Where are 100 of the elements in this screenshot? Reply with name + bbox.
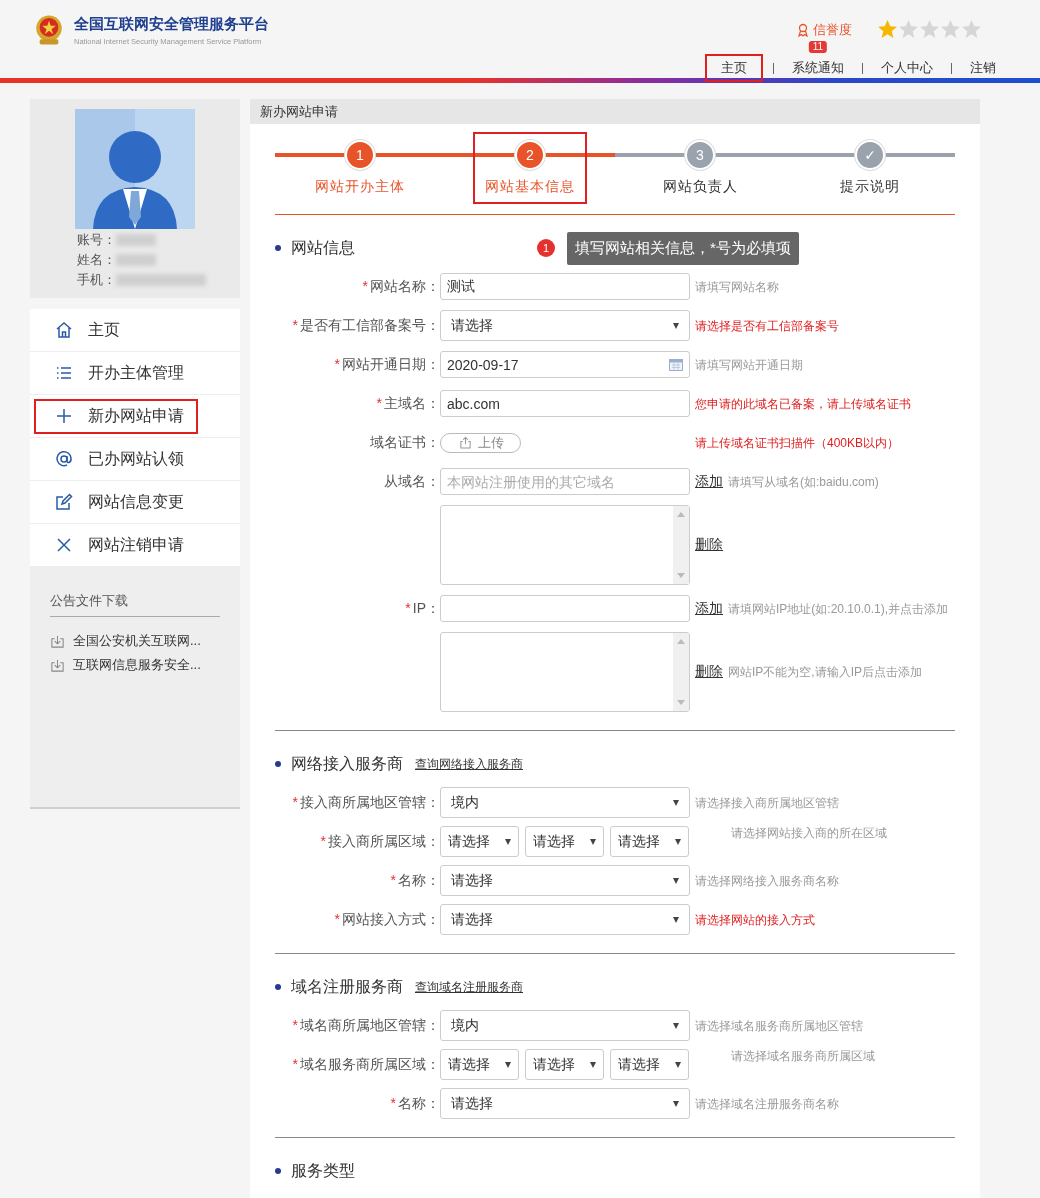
step-number: 1	[345, 140, 375, 170]
star-icon	[898, 19, 919, 40]
field-hint: 请选择域名服务商所属地区管辖	[695, 1017, 863, 1034]
star-icon	[919, 19, 940, 40]
profile-label: 账号：	[77, 231, 116, 249]
upload-icon	[459, 436, 472, 449]
delete-link[interactable]: 删除	[695, 536, 723, 554]
section-title: 域名注册服务商	[291, 976, 403, 997]
download-icon	[50, 633, 65, 649]
download-icon	[50, 657, 65, 673]
count-badge: 11	[808, 41, 828, 53]
step-badge: 1	[537, 239, 555, 257]
sidebar-item[interactable]: 网站注销申请	[30, 524, 240, 566]
nav-link[interactable]: 注销	[962, 54, 1004, 82]
sidebar-item[interactable]: 开办主体管理	[30, 352, 240, 394]
select-field[interactable]: 请选择	[440, 904, 690, 935]
field-hint: 请选择接入商所属地区管辖	[695, 794, 839, 811]
field-label: *接入商所属区域：	[320, 832, 440, 849]
select-field[interactable]: 请选择	[440, 1049, 519, 1080]
sidebar-item[interactable]: 主页	[30, 309, 240, 351]
scrollbar[interactable]	[673, 633, 689, 711]
select-field[interactable]: 境内	[440, 1010, 690, 1041]
field-label: *域名服务商所属区域：	[292, 1055, 440, 1072]
field-label: *网站开通日期：	[334, 355, 440, 372]
field-hint: 请填写网站开通日期	[695, 356, 803, 373]
text-field[interactable]: 本网站注册使用的其它域名	[440, 468, 690, 495]
field-hint: 请选择网站的接入方式	[695, 911, 815, 928]
profile-label: 手机：	[77, 271, 116, 289]
query-link[interactable]: 查询域名注册服务商	[415, 978, 523, 996]
select-field[interactable]: 请选择	[440, 1088, 690, 1119]
star-icon	[940, 19, 961, 40]
download-link[interactable]: 全国公安机关互联网...	[50, 629, 220, 653]
text-area[interactable]	[440, 632, 690, 712]
field-hint: 请选择网络接入服务商名称	[695, 872, 839, 889]
add-link[interactable]: 添加	[695, 599, 723, 618]
add-link[interactable]: 添加	[695, 472, 723, 491]
select-field[interactable]: 请选择	[525, 826, 604, 857]
field-label: *接入商所属地区管辖：	[292, 793, 440, 810]
at-sign-icon	[54, 449, 74, 469]
step-label: 网站基本信息	[485, 178, 575, 196]
sidebar-item[interactable]: 网站信息变更	[30, 481, 240, 523]
field-label: *主域名：	[376, 394, 440, 411]
credit-label: 信誉度	[813, 20, 852, 39]
nav-link[interactable]: 主页	[705, 54, 763, 82]
calendar-icon	[669, 358, 683, 371]
section-title: 网络接入服务商	[291, 753, 403, 774]
star-icon	[877, 19, 898, 40]
nav-link[interactable]: 个人中心	[873, 54, 941, 82]
scrollbar[interactable]	[673, 506, 689, 584]
text-area[interactable]	[440, 505, 690, 585]
field-hint: 请填写从域名(如:baidu.com)	[728, 473, 879, 490]
text-field[interactable]: abc.com	[440, 390, 690, 417]
field-hint: 请上传域名证书扫描件（400KB以内）	[695, 434, 900, 451]
step-label: 网站负责人	[662, 178, 738, 196]
date-field[interactable]: 2020-09-17	[440, 351, 690, 378]
select-field[interactable]: 请选择	[440, 826, 519, 857]
breadcrumb: 新办网站申请	[250, 99, 980, 124]
query-link[interactable]: 查询网络接入服务商	[415, 755, 523, 773]
star-icon	[961, 19, 982, 40]
field-label: *网站接入方式：	[334, 910, 440, 927]
field-hint: 请填写网站名称	[695, 278, 779, 295]
text-field[interactable]: 测试	[440, 273, 690, 300]
plus-icon	[54, 406, 74, 426]
select-field[interactable]: 请选择	[440, 865, 690, 896]
field-label: 从域名：	[384, 472, 440, 489]
select-field[interactable]: 请选择	[525, 1049, 604, 1080]
home-icon	[54, 320, 74, 340]
field-hint: 请填网站IP地址(如:20.10.0.1),并点击添加	[728, 600, 949, 617]
download-link[interactable]: 互联网信息服务安全...	[50, 653, 220, 677]
select-field[interactable]: 境内	[440, 787, 690, 818]
field-hint: 请选择是否有工信部备案号	[695, 317, 839, 334]
select-field[interactable]: 请选择	[440, 310, 690, 341]
site-title: 全国互联网安全管理服务平台	[74, 14, 269, 34]
ribbon-icon	[796, 22, 810, 37]
sidebar-item[interactable]: 已办网站认领	[30, 438, 240, 480]
field-hint: 请选择域名注册服务商名称	[695, 1095, 839, 1112]
edit-icon	[54, 492, 74, 512]
field-label: 域名证书：	[370, 433, 440, 450]
sidebar-item[interactable]: 新办网站申请	[30, 395, 240, 437]
section-title: 网站信息	[291, 237, 355, 258]
field-label: *是否有工信部备案号：	[292, 316, 440, 333]
step-number: 3	[685, 140, 715, 170]
field-hint: 请选择网站接入商的所在区域	[730, 825, 888, 841]
upload-button[interactable]: 上传	[440, 432, 521, 453]
field-label: *名称：	[390, 1094, 440, 1111]
tooltip: 填写网站相关信息，*号为必填项	[567, 231, 799, 265]
select-field[interactable]: 请选择	[610, 826, 689, 857]
text-field[interactable]	[440, 595, 690, 622]
step-label: 提示说明	[840, 178, 900, 196]
field-label: *IP：	[405, 599, 440, 616]
field-hint: 您申请的此域名已备案，请上传域名证书	[695, 395, 911, 412]
step-number: ✓	[855, 140, 885, 170]
blurred-value	[116, 254, 156, 266]
section-title: 服务类型	[291, 1160, 355, 1181]
delete-link[interactable]: 删除	[695, 663, 723, 681]
select-field[interactable]: 请选择	[610, 1049, 689, 1080]
field-hint: 网站IP不能为空,请输入IP后点击添加	[728, 664, 922, 680]
field-label: *网站名称：	[362, 277, 440, 294]
profile-label: 姓名：	[77, 251, 116, 269]
field-label: *域名商所属地区管辖：	[292, 1016, 440, 1033]
